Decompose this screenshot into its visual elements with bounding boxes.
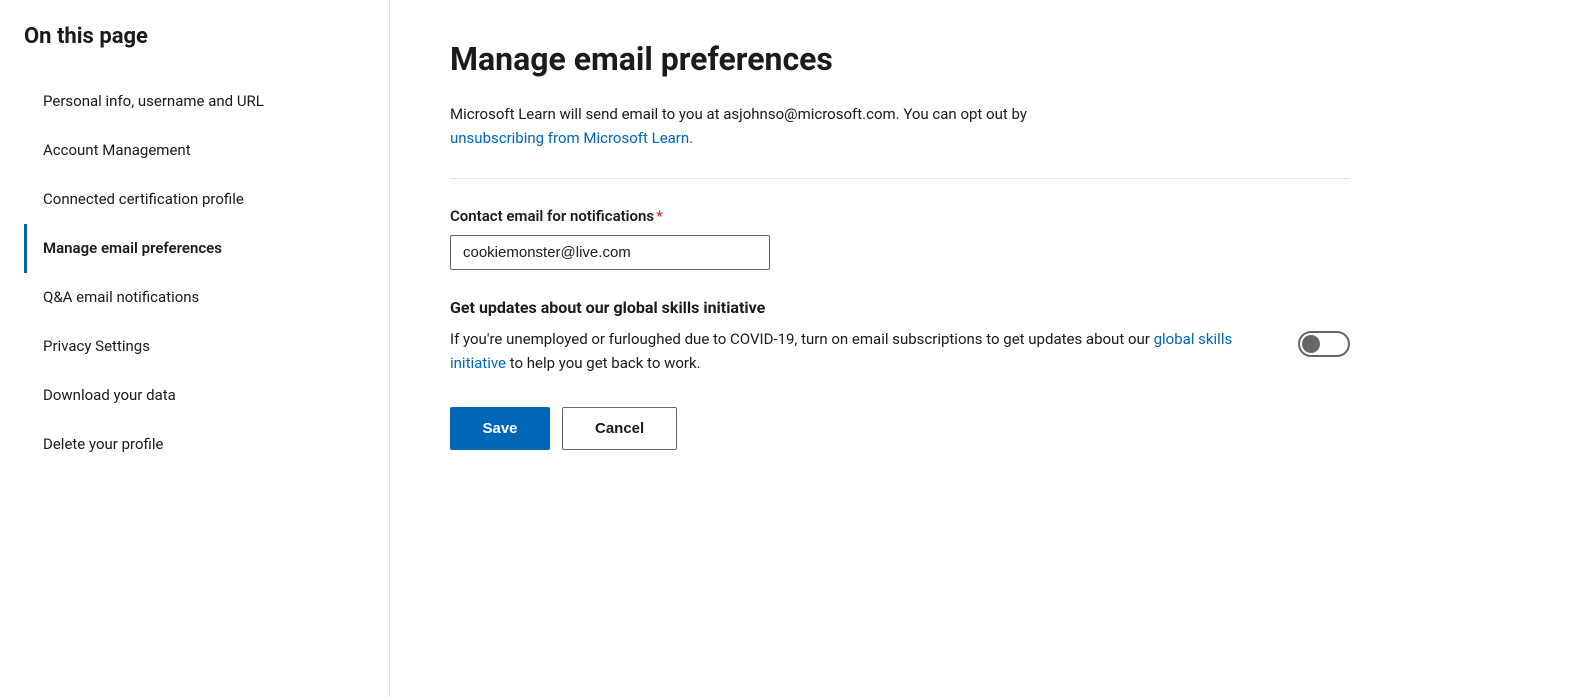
main-content: Manage email preferences Microsoft Learn… xyxy=(390,0,1588,697)
contact-email-input[interactable] xyxy=(450,235,770,270)
required-star: * xyxy=(656,207,663,225)
sidebar-item-manage-email[interactable]: Manage email preferences xyxy=(24,224,357,273)
sidebar-item-delete-profile[interactable]: Delete your profile xyxy=(24,420,357,469)
sidebar-nav: Personal info, username and URLAccount M… xyxy=(24,77,357,469)
toggle-slider xyxy=(1298,331,1350,357)
skills-section-title: Get updates about our global skills init… xyxy=(450,298,1350,317)
sidebar-item-connected-certification[interactable]: Connected certification profile xyxy=(24,175,357,224)
sidebar-item-download-data[interactable]: Download your data xyxy=(24,371,357,420)
sidebar-item-qa-email[interactable]: Q&A email notifications xyxy=(24,273,357,322)
skills-toggle[interactable] xyxy=(1298,331,1350,357)
button-row: Save Cancel xyxy=(450,407,1528,450)
page-title: Manage email preferences xyxy=(450,40,1528,78)
description-paragraph: Microsoft Learn will send email to you a… xyxy=(450,102,1310,150)
section-divider xyxy=(450,178,1350,179)
description-text-1: Microsoft Learn will send email to you a… xyxy=(450,105,1027,123)
sidebar-item-privacy-settings[interactable]: Privacy Settings xyxy=(24,322,357,371)
save-button[interactable]: Save xyxy=(450,407,550,450)
sidebar-item-personal-info[interactable]: Personal info, username and URL xyxy=(24,77,357,126)
sidebar-item-account-management[interactable]: Account Management xyxy=(24,126,357,175)
contact-email-label: Contact email for notifications* xyxy=(450,207,1528,225)
toggle-container xyxy=(1290,327,1350,357)
skills-section: Get updates about our global skills init… xyxy=(450,298,1350,375)
sidebar-title: On this page xyxy=(24,24,357,49)
cancel-button[interactable]: Cancel xyxy=(562,407,677,450)
skills-description-before: If you're unemployed or furloughed due t… xyxy=(450,330,1150,348)
unsubscribe-link[interactable]: unsubscribing from Microsoft Learn. xyxy=(450,129,693,147)
skills-description: If you're unemployed or furloughed due t… xyxy=(450,327,1270,375)
skills-description-after: to help you get back to work. xyxy=(510,354,701,372)
skills-content-row: If you're unemployed or furloughed due t… xyxy=(450,327,1350,375)
sidebar: On this page Personal info, username and… xyxy=(0,0,390,697)
